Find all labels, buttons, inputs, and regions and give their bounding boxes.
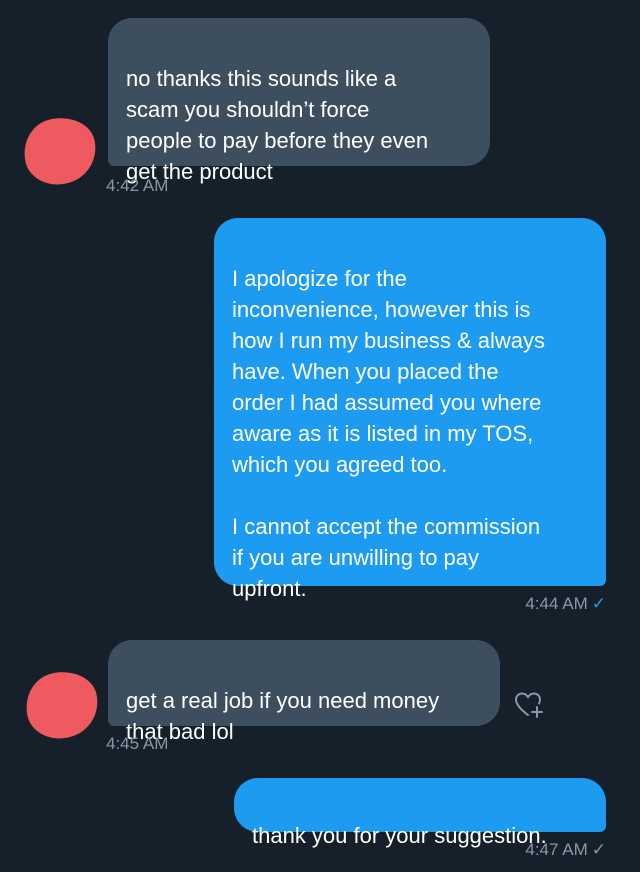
message-text: thank you for your suggestion. [252,823,547,848]
message-bubble-outgoing[interactable]: thank you for your suggestion. [234,778,606,848]
message-timestamp: 4:47 AM ✓ [525,840,606,859]
avatar-redacted [17,111,103,191]
message-timestamp: 4:44 AM ✓ [525,594,606,613]
message-text: I apologize for the inconvenience, howev… [232,266,546,601]
message-bubble-incoming[interactable]: get a real job if you need money that ba… [108,640,500,744]
avatar-redacted [19,665,105,745]
message-text: get a real job if you need money that ba… [126,688,440,744]
message-timestamp: 4:42 AM [106,176,169,195]
message-text: no thanks this sounds like a scam you sh… [126,66,429,184]
message-bubble-incoming[interactable]: no thanks this sounds like a scam you sh… [108,18,490,184]
check-icon: ✓ [591,594,606,613]
message-timestamp: 4:45 AM [106,734,169,753]
message-bubble-outgoing[interactable]: I apologize for the inconvenience, howev… [214,218,606,601]
heart-plus-icon[interactable] [514,690,544,720]
check-icon: ✓ [591,840,606,859]
